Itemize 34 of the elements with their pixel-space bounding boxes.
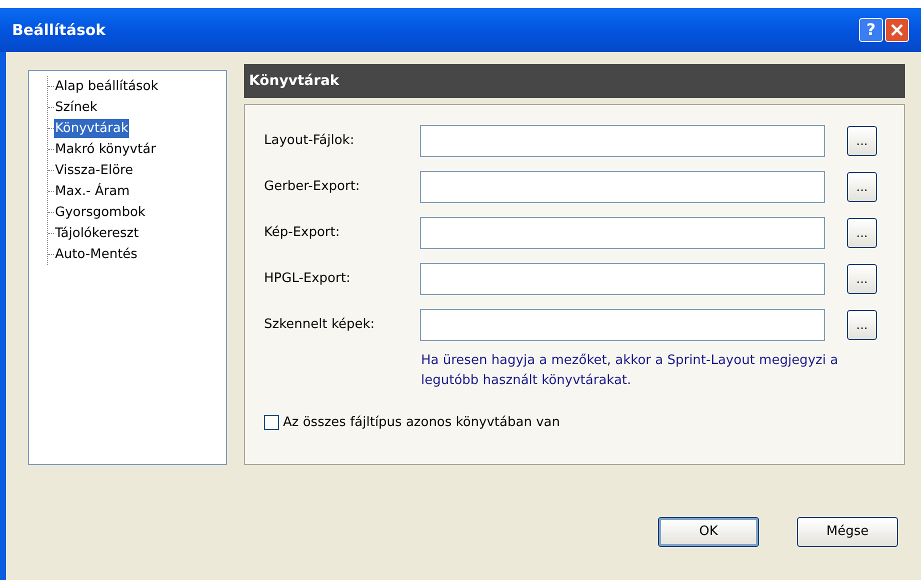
tree-item[interactable]: Gyorsgombok (54, 202, 146, 222)
help-button[interactable]: ? (859, 18, 883, 42)
browse-button[interactable]: ... (847, 172, 877, 202)
window-title: Beállítások (12, 20, 106, 41)
hint-text: Ha üresen hagyja a mezőket, akkor a Sprint-Layout megjegyzi a legutóbb használt könyvtárakat. (421, 352, 840, 390)
field-label: HPGL-Export: (264, 270, 352, 288)
panel-header: Könyvtárak (244, 64, 905, 98)
dialog-button[interactable]: Mégse (797, 517, 898, 547)
path-field[interactable] (420, 309, 825, 341)
dialog-button[interactable]: OK (658, 517, 759, 547)
close-icon (890, 23, 904, 37)
tree-item[interactable]: Vissza-Elöre (54, 160, 134, 180)
browse-button[interactable]: ... (847, 126, 877, 156)
field-label: Gerber-Export: (264, 178, 361, 196)
path-field[interactable] (420, 171, 825, 203)
tree-item[interactable]: Max.- Áram (54, 182, 131, 202)
field-label: Szkennelt képek: (264, 316, 376, 334)
same-folder-checkbox[interactable]: Az összes fájltípus azonos könyvtában van (264, 413, 560, 432)
tree-item[interactable]: Színek (54, 98, 98, 118)
browse-button[interactable]: ... (847, 218, 877, 248)
path-field[interactable] (420, 263, 825, 295)
tree-item[interactable]: Könyvtárak (54, 118, 130, 138)
browse-button[interactable]: ... (847, 310, 877, 340)
field-label: Layout-Fájlok: (264, 132, 356, 150)
close-button[interactable] (885, 18, 909, 42)
path-field[interactable] (420, 125, 825, 157)
tree-item[interactable]: Tájolókereszt (54, 224, 140, 244)
browse-button[interactable]: ... (847, 264, 877, 294)
tree-item[interactable]: Auto-Mentés (54, 244, 138, 264)
tree-item[interactable]: Makró könyvtár (54, 140, 157, 160)
tree-item[interactable]: Alap beállítások (54, 76, 160, 96)
field-label: Kép-Export: (264, 224, 341, 242)
path-field[interactable] (420, 217, 825, 249)
checkbox[interactable] (264, 415, 279, 430)
